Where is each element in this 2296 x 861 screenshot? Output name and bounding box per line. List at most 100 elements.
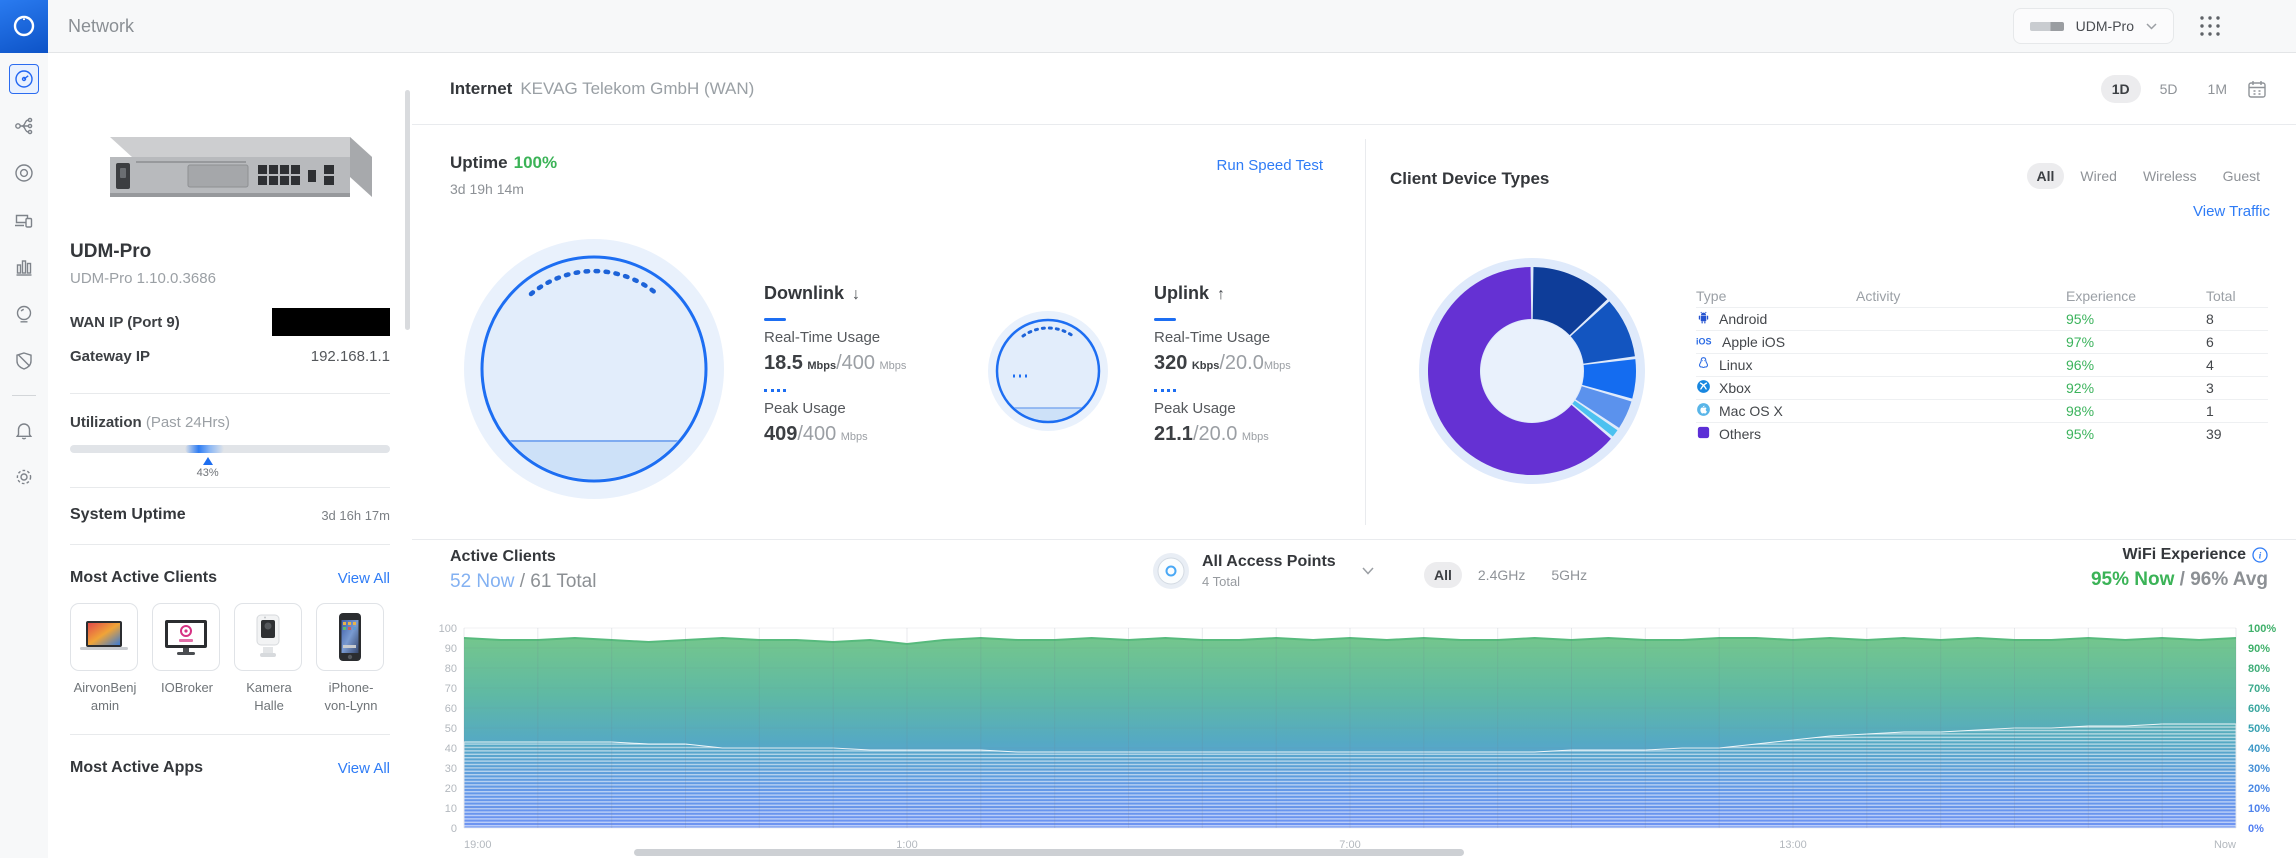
udm-pro-device-image (80, 123, 380, 215)
panel-divider (70, 544, 390, 545)
cdt-tab-wired[interactable]: Wired (2070, 163, 2127, 189)
client-thumb-airvonbenjamin[interactable] (70, 603, 138, 671)
linux-icon (1696, 356, 1711, 374)
svg-text:19:00: 19:00 (464, 839, 492, 851)
panel-scrollbar[interactable] (405, 90, 410, 330)
svg-text:20: 20 (445, 783, 457, 795)
client-name: iPhone-von-Lynn (316, 679, 386, 714)
utilization-label: Utilization (Past 24Hrs) (70, 414, 390, 431)
nav-statistics[interactable] (9, 252, 39, 282)
rail-divider (12, 395, 36, 396)
device-type-row[interactable]: Mac OS X98%1 (1696, 399, 2268, 422)
cdt-tab-guest[interactable]: Guest (2213, 163, 2270, 189)
device-firmware: UDM-Pro 1.10.0.3686 (70, 270, 390, 287)
utilization-percent: 43% (197, 467, 219, 479)
nav-settings[interactable] (9, 462, 39, 492)
apps-view-all-link[interactable]: View All (338, 760, 390, 777)
clients-view-all-link[interactable]: View All (338, 570, 390, 587)
svg-text:90: 90 (445, 643, 457, 655)
svg-text:100%: 100% (2248, 623, 2276, 635)
unifi-logo[interactable] (0, 0, 48, 53)
svg-text:40%: 40% (2248, 743, 2270, 755)
nav-topology[interactable] (9, 111, 39, 141)
wan-section: Uptime100% 3d 19h 14m Run Speed Test D (412, 125, 1365, 539)
downlink-title: Downlink↓ (764, 283, 994, 304)
device-type-row[interactable]: Android95%8 (1696, 307, 2268, 330)
xbox-icon (1696, 379, 1711, 397)
device-type-row[interactable]: Xbox92%3 (1696, 376, 2268, 399)
client-name: IOBroker (152, 679, 222, 697)
system-uptime-row: System Uptime 3d 16h 17m (70, 506, 390, 524)
downlink-realtime-value: 18.5 Mbps/400 Mbps (764, 352, 994, 375)
uplink-gauge (987, 310, 1109, 432)
client-thumb-kamera-halle[interactable] (234, 603, 302, 671)
nav-notifications[interactable] (9, 415, 39, 445)
device-type-row[interactable]: iOSApple iOS97%6 (1696, 330, 2268, 353)
svg-text:iOS: iOS (1696, 337, 1712, 347)
experience-value: 92% (2066, 380, 2206, 396)
active-clients-bar: Active Clients 52 Now / 61 Total All Acc… (412, 540, 2296, 614)
panel-divider (70, 734, 390, 735)
realtime-legend-marker (764, 318, 786, 321)
experience-value: 95% (2066, 426, 2206, 442)
apple-icon (1696, 402, 1711, 420)
console-name: UDM-Pro (2076, 18, 2134, 34)
device-type-row[interactable]: Linux96%4 (1696, 353, 2268, 376)
nav-devices[interactable] (9, 158, 39, 188)
main-content: Internet KEVAG Telekom GmbH (WAN) 1D 5D … (412, 53, 2296, 858)
band-tab-24ghz[interactable]: 2.4GHz (1468, 562, 1535, 588)
svg-text:10%: 10% (2248, 803, 2270, 815)
wifi-experience-counts: 95% Now / 96% Avg (2091, 569, 2268, 591)
range-tab-1m[interactable]: 1M (2197, 75, 2238, 103)
svg-text:80%: 80% (2248, 663, 2270, 675)
peak-legend-marker (1154, 389, 1176, 392)
macbook-thumbnail (78, 617, 130, 657)
range-tab-1d[interactable]: 1D (2101, 75, 2141, 103)
cdt-tab-wireless[interactable]: Wireless (2133, 163, 2207, 189)
experience-value: 97% (2066, 334, 2206, 350)
console-device-image (2030, 22, 2064, 31)
user-avatar[interactable] (2246, 12, 2274, 40)
threat-management-icon (13, 350, 35, 372)
experience-value: 95% (2066, 311, 2206, 327)
uplink-stats: Uplink↑ Real-Time Usage 320 Kbps/20.0Mbp… (1154, 283, 1384, 446)
uplink-peak-label: Peak Usage (1154, 400, 1384, 417)
app-grid-icon[interactable] (2198, 14, 2222, 38)
client-thumb-iphone-von-lynn[interactable] (316, 603, 384, 671)
band-tab-all[interactable]: All (1424, 562, 1462, 588)
svg-text:90%: 90% (2248, 643, 2270, 655)
range-tab-5d[interactable]: 5D (2149, 75, 2189, 103)
horizontal-scrollbar[interactable] (634, 849, 1464, 856)
cdt-tab-all[interactable]: All (2027, 163, 2065, 189)
svg-text:13:00: 13:00 (1779, 839, 1807, 851)
experience-value: 98% (2066, 403, 2206, 419)
gear-icon (13, 466, 35, 488)
nav-clients[interactable] (9, 205, 39, 235)
nav-threat-management[interactable] (9, 346, 39, 376)
uptime-duration: 3d 19h 14m (450, 181, 557, 197)
device-type-row[interactable]: Others95%39 (1696, 422, 2268, 445)
view-traffic-link[interactable]: View Traffic (2193, 203, 2270, 220)
info-icon[interactable]: i (2252, 547, 2268, 563)
nav-insights[interactable] (9, 299, 39, 329)
realtime-legend-marker (1154, 318, 1176, 321)
access-point-count: 4 Total (1202, 574, 1336, 589)
console-selector[interactable]: UDM-Pro (2013, 8, 2174, 44)
svg-text:30: 30 (445, 763, 457, 775)
chevron-down-icon (1362, 567, 1374, 575)
peak-legend-marker (764, 389, 786, 392)
access-point-icon (1152, 552, 1190, 590)
svg-text:0: 0 (451, 823, 457, 835)
internet-subtitle: KEVAG Telekom GmbH (WAN) (520, 79, 754, 99)
nav-dashboard[interactable] (9, 64, 39, 94)
client-device-types-section: Client Device Types All Wired Wireless G… (1366, 125, 2296, 539)
device-type-label: Android (1719, 311, 1767, 327)
svg-text:70%: 70% (2248, 683, 2270, 695)
run-speed-test-link[interactable]: Run Speed Test (1217, 157, 1323, 174)
calendar-icon[interactable] (2246, 78, 2268, 100)
svg-text:60%: 60% (2248, 703, 2270, 715)
device-type-label: Apple iOS (1722, 334, 1785, 350)
access-point-selector[interactable]: All Access Points 4 Total (1152, 552, 1374, 590)
band-tab-5ghz[interactable]: 5GHz (1541, 562, 1597, 588)
client-thumb-iobroker[interactable] (152, 603, 220, 671)
